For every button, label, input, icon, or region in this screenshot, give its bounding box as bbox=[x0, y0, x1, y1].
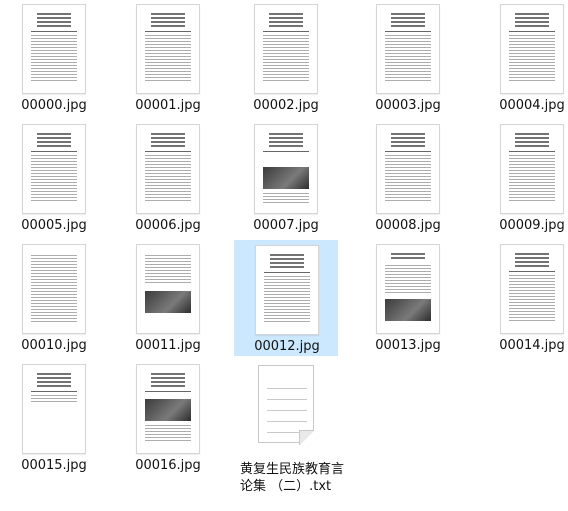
image-thumbnail bbox=[376, 4, 440, 94]
file-item[interactable]: 00006.jpg bbox=[116, 120, 220, 236]
file-name: 00016.jpg bbox=[135, 458, 201, 473]
file-name: 00015.jpg bbox=[21, 458, 87, 473]
image-thumbnail bbox=[22, 364, 86, 454]
file-name: 00007.jpg bbox=[253, 218, 319, 233]
image-thumbnail bbox=[136, 244, 200, 334]
file-name: 00000.jpg bbox=[21, 98, 87, 113]
file-item[interactable]: 00014.jpg bbox=[480, 240, 568, 356]
text-file-name[interactable]: 黄复生民族教育言论集 （二）.txt bbox=[240, 461, 344, 495]
file-item[interactable]: 00007.jpg bbox=[234, 120, 338, 236]
file-name: 00012.jpg bbox=[254, 339, 320, 354]
file-item[interactable]: 00002.jpg bbox=[234, 0, 338, 116]
file-item[interactable]: 00003.jpg bbox=[356, 0, 460, 116]
file-name: 00009.jpg bbox=[499, 218, 565, 233]
image-thumbnail bbox=[500, 4, 564, 94]
image-thumbnail bbox=[255, 245, 319, 335]
file-item[interactable]: 00010.jpg bbox=[2, 240, 106, 356]
image-thumbnail bbox=[376, 244, 440, 334]
image-thumbnail bbox=[376, 124, 440, 214]
image-thumbnail bbox=[254, 4, 318, 94]
image-thumbnail bbox=[136, 364, 200, 454]
file-item[interactable]: 00004.jpg bbox=[480, 0, 568, 116]
image-thumbnail bbox=[500, 244, 564, 334]
file-name: 00005.jpg bbox=[21, 218, 87, 233]
file-item[interactable]: 00015.jpg bbox=[2, 360, 106, 476]
file-name: 00008.jpg bbox=[375, 218, 441, 233]
file-item[interactable]: 00001.jpg bbox=[116, 0, 220, 116]
file-item-selected[interactable]: 00012.jpg bbox=[234, 240, 338, 356]
file-name: 00003.jpg bbox=[375, 98, 441, 113]
file-item[interactable]: 00000.jpg bbox=[2, 0, 106, 116]
file-name: 00004.jpg bbox=[499, 98, 565, 113]
file-name: 00001.jpg bbox=[135, 98, 201, 113]
file-name: 00013.jpg bbox=[375, 338, 441, 353]
file-name: 00002.jpg bbox=[253, 98, 319, 113]
file-item[interactable]: 00008.jpg bbox=[356, 120, 460, 236]
image-thumbnail bbox=[500, 124, 564, 214]
file-item[interactable]: 00005.jpg bbox=[2, 120, 106, 236]
file-name: 00011.jpg bbox=[135, 338, 201, 353]
image-thumbnail bbox=[254, 124, 318, 214]
file-item[interactable]: 00009.jpg bbox=[480, 120, 568, 236]
file-name: 00014.jpg bbox=[499, 338, 565, 353]
file-name: 00006.jpg bbox=[135, 218, 201, 233]
image-thumbnail bbox=[22, 244, 86, 334]
image-thumbnail bbox=[136, 124, 200, 214]
file-item[interactable]: 00013.jpg bbox=[356, 240, 460, 356]
file-grid: 00000.jpg 00001.jpg 00002.jpg 00003.jpg … bbox=[0, 0, 568, 511]
file-item[interactable]: 00011.jpg bbox=[116, 240, 220, 356]
text-document-icon[interactable] bbox=[254, 363, 318, 447]
image-thumbnail bbox=[136, 4, 200, 94]
file-name: 00010.jpg bbox=[21, 338, 87, 353]
image-thumbnail bbox=[22, 4, 86, 94]
file-item[interactable]: 00016.jpg bbox=[116, 360, 220, 476]
image-thumbnail bbox=[22, 124, 86, 214]
